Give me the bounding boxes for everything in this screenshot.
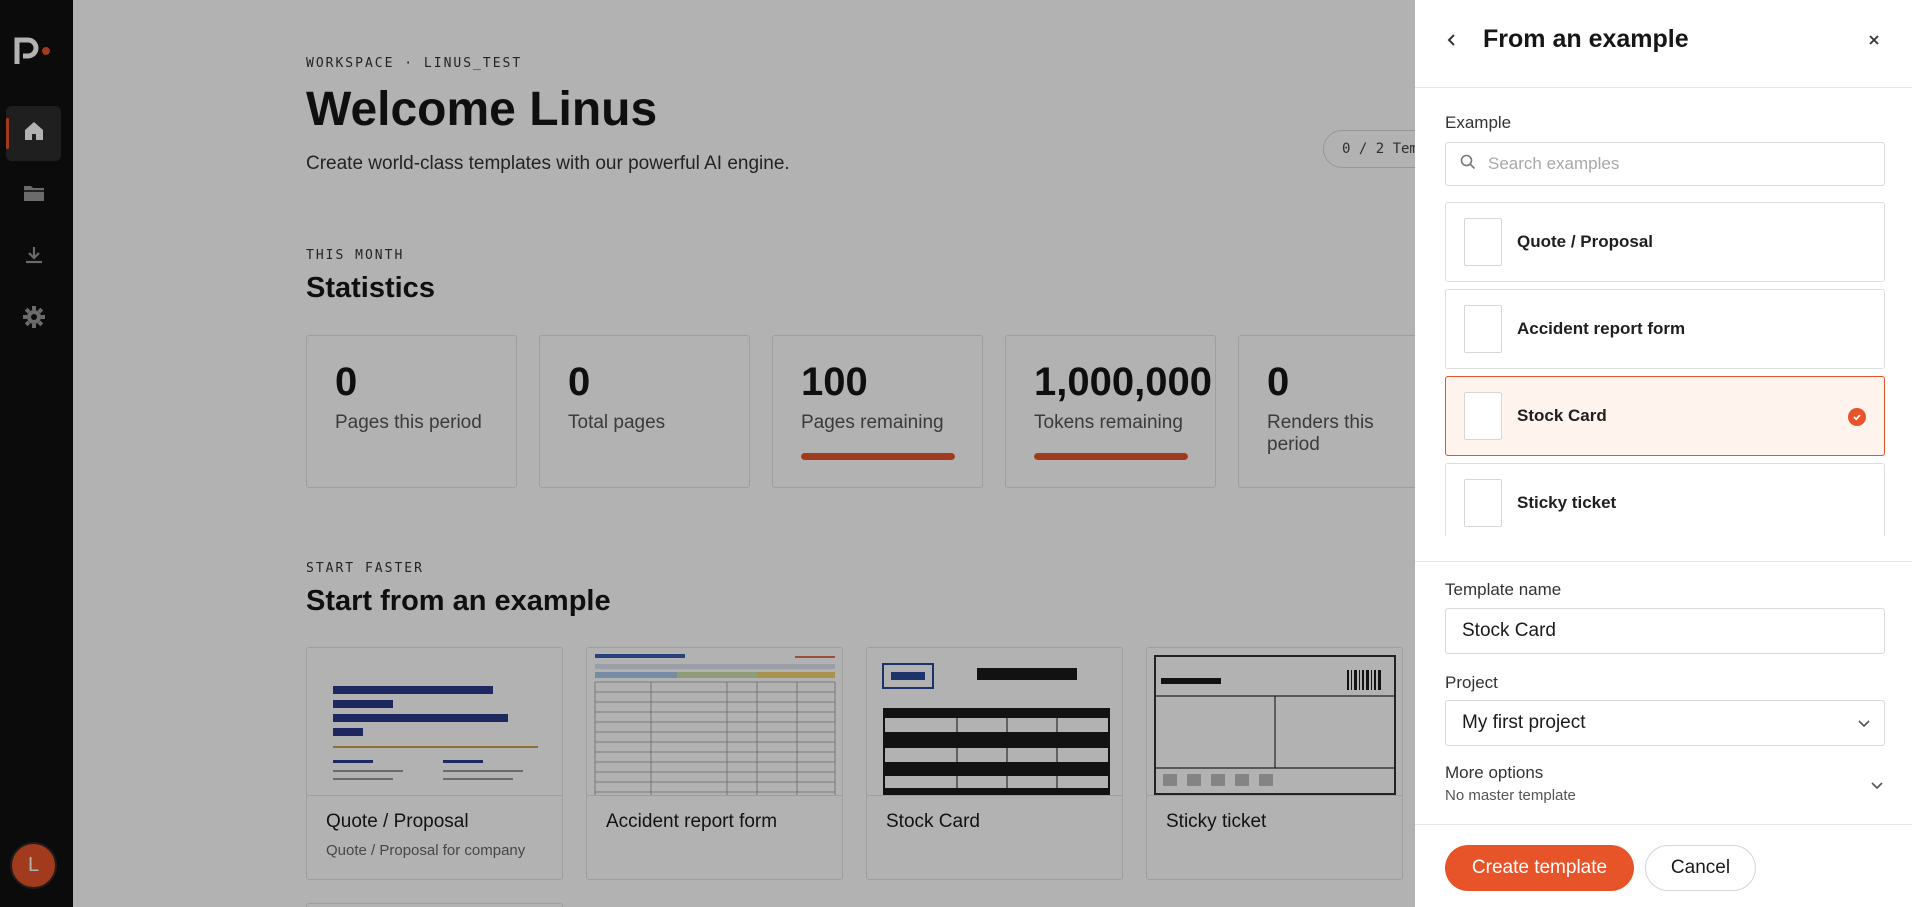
cancel-button[interactable]: Cancel [1645,845,1756,891]
chevron-down-icon [1858,712,1870,734]
new-template-drawer: From an example Example Quote / Proposal… [1415,0,1912,907]
example-list-label: Accident report form [1517,319,1686,338]
project-label: Project [1445,673,1498,692]
back-button[interactable] [1437,27,1467,57]
project-select[interactable]: My first project [1445,700,1885,746]
chevron-left-icon [1445,33,1459,52]
example-list-item-selected[interactable]: Stock Card [1445,376,1885,456]
create-template-button[interactable]: Create template [1445,845,1634,891]
example-list-item[interactable]: Sticky ticket [1445,463,1885,536]
drawer-header: From an example [1415,0,1912,88]
more-options-title: More options [1445,763,1544,782]
modal-backdrop[interactable] [0,0,1415,907]
divider [1415,561,1912,562]
template-name-label: Template name [1445,580,1562,599]
example-list-item[interactable]: Accident report form [1445,289,1885,369]
search-icon [1460,154,1476,175]
divider [1415,824,1912,825]
example-list-label: Sticky ticket [1517,493,1617,512]
example-label: Example [1445,113,1512,132]
search-examples-field[interactable] [1445,142,1885,186]
example-list-thumbnail [1464,479,1502,527]
project-select-value: My first project [1462,712,1586,733]
close-button[interactable] [1859,27,1889,57]
example-list-label: Stock Card [1517,406,1607,425]
example-list-thumbnail [1464,392,1502,440]
example-list-item[interactable]: Quote / Proposal [1445,202,1885,282]
more-options-subtitle: No master template [1445,787,1576,804]
close-icon [1867,33,1881,52]
more-options-toggle[interactable]: More options No master template [1445,763,1885,809]
chevron-down-icon [1871,777,1883,795]
check-circle-icon [1848,408,1866,426]
examples-list[interactable]: Quote / Proposal Accident report form St… [1445,202,1885,536]
template-name-input[interactable]: Stock Card [1445,608,1885,654]
example-list-label: Quote / Proposal [1517,232,1654,251]
example-list-thumbnail [1464,305,1502,353]
search-input[interactable] [1488,154,1868,174]
drawer-title: From an example [1483,25,1689,53]
example-list-thumbnail [1464,218,1502,266]
